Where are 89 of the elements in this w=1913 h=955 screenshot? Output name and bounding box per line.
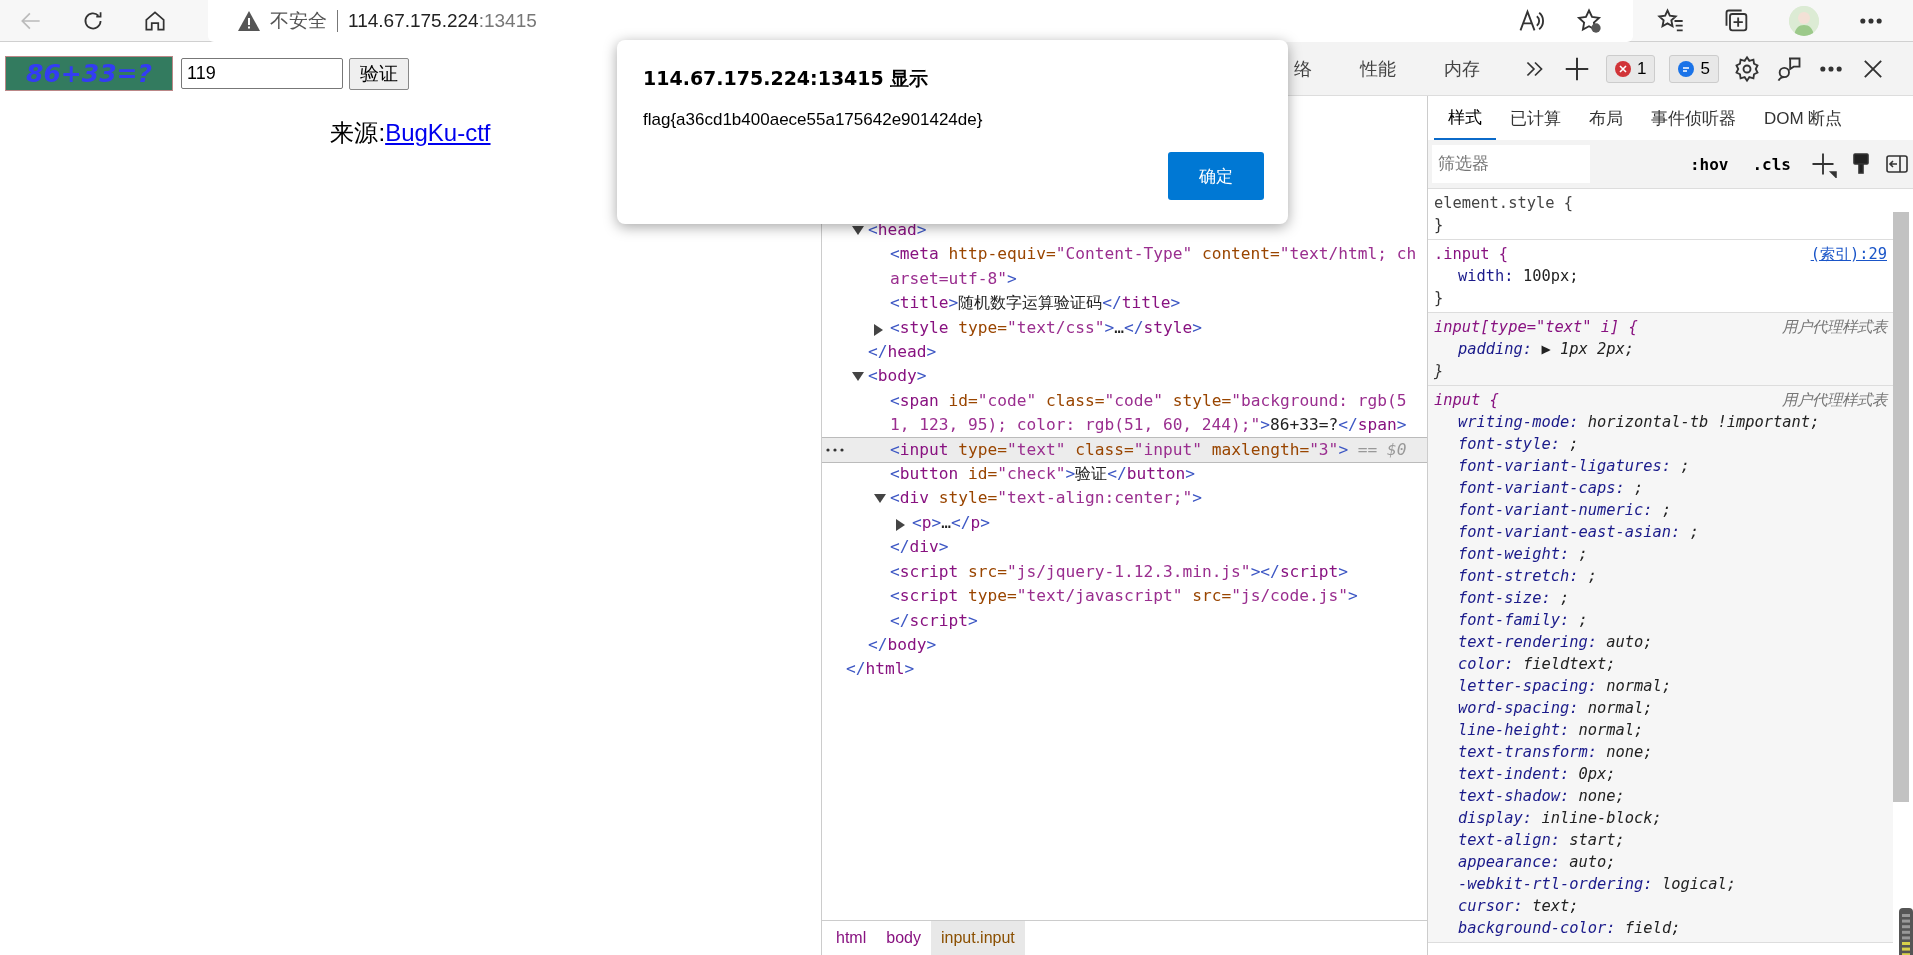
- styles-tab[interactable]: 事件侦听器: [1637, 96, 1750, 140]
- css-selector: input[type="text" i] {: [1434, 317, 1638, 338]
- source-link[interactable]: (索引):29: [1810, 243, 1887, 265]
- expanded-arrow-icon[interactable]: [852, 372, 864, 382]
- source-label: 用户代理样式表: [1782, 390, 1887, 411]
- css-declaration[interactable]: color: fieldtext;: [1434, 653, 1887, 675]
- dom-node[interactable]: </head>: [868, 340, 941, 365]
- dom-node[interactable]: <span id="code" class="code" style="background: rgb(51, 123, 95); color: rgb(51, 60, 244);">86+33=?</span>: [890, 388, 1427, 438]
- css-declaration[interactable]: word-spacing: normal;: [1434, 697, 1887, 719]
- breadcrumb[interactable]: html: [826, 921, 877, 955]
- css-selector: element.style {: [1434, 193, 1573, 214]
- expanded-arrow-icon[interactable]: [852, 226, 864, 235]
- dialog-title: 114.67.175.224:13415 显示: [643, 66, 930, 91]
- warning-icon: [238, 10, 260, 31]
- css-declaration[interactable]: font-variant-east-asian: ;: [1434, 521, 1887, 543]
- css-declaration[interactable]: font-stretch: ;: [1434, 565, 1887, 587]
- breadcrumb[interactable]: body: [876, 921, 931, 955]
- filter-field[interactable]: 筛选器: [1432, 145, 1590, 183]
- dom-node[interactable]: </div>: [890, 535, 953, 560]
- dom-node[interactable]: </body>: [868, 632, 941, 658]
- css-declaration[interactable]: font-weight: ;: [1434, 543, 1887, 565]
- more-icon[interactable]: [826, 447, 844, 452]
- css-declaration[interactable]: text-align: start;: [1434, 829, 1887, 851]
- url-text: 114.67.175.224:13415: [348, 9, 537, 32]
- dom-node[interactable]: <meta http-equiv="Content-Type" content="text/html; charset=utf-8">: [890, 242, 1427, 292]
- dialog-message: flag{a36cd1b400aece55a175642e901424de}: [643, 110, 984, 130]
- dom-node[interactable]: <script type="text/javascript" src="js/code.js">: [890, 584, 1362, 609]
- css-declaration[interactable]: background-color: field;: [1434, 917, 1887, 939]
- dom-node[interactable]: <body>: [868, 364, 931, 389]
- verify-button[interactable]: 验证: [349, 57, 409, 90]
- css-declaration[interactable]: font-family: ;: [1434, 609, 1887, 631]
- captcha-code: 86+33=?: [5, 56, 173, 91]
- css-declaration[interactable]: font-variant-caps: ;: [1434, 477, 1887, 499]
- css-declaration[interactable]: appearance: auto;: [1434, 851, 1887, 873]
- dom-node[interactable]: <script src="js/jquery-1.12.3.min.js"></script>: [890, 559, 1353, 585]
- css-declaration[interactable]: font-variant-ligatures: ;: [1434, 455, 1887, 477]
- css-declaration[interactable]: text-indent: 0px;: [1434, 763, 1887, 785]
- css-declaration[interactable]: cursor: text;: [1434, 895, 1887, 917]
- styles-tab[interactable]: DOM 断点: [1750, 96, 1857, 140]
- sidebar-toggle-icon[interactable]: [1885, 152, 1909, 176]
- devtools-tab[interactable]: 络: [1270, 41, 1336, 96]
- message-icon: [1678, 60, 1695, 77]
- closing-brace: }: [1434, 215, 1445, 236]
- css-declaration[interactable]: text-transform: none;: [1434, 741, 1887, 763]
- breadcrumb[interactable]: input.input: [930, 921, 1025, 955]
- collapsed-arrow-icon[interactable]: [896, 518, 905, 531]
- css-selector: input {: [1434, 390, 1499, 411]
- devtools-tab[interactable]: 性能: [1336, 41, 1420, 96]
- css-declaration[interactable]: display: inline-block;: [1434, 807, 1887, 829]
- dom-node[interactable]: <title>随机数字运算验证码</title>: [890, 291, 1185, 316]
- closing-brace: }: [1434, 288, 1445, 309]
- dom-node[interactable]: </html>: [846, 657, 919, 682]
- answer-field[interactable]: 119: [181, 58, 343, 89]
- settings-icon[interactable]: [1732, 54, 1761, 83]
- styles-tab[interactable]: 已计算: [1496, 96, 1575, 140]
- scrollbar[interactable]: [1893, 212, 1909, 802]
- dom-node[interactable]: <div style="text-align:center;">: [890, 486, 1206, 511]
- security-label: 不安全: [270, 8, 327, 33]
- address-bar[interactable]: 不安全 114.67.175.224:13415: [208, 0, 1633, 42]
- css-declaration[interactable]: width: 100px;: [1434, 265, 1887, 287]
- dom-node[interactable]: <button id="check">验证</button>: [890, 462, 1199, 487]
- expanded-arrow-icon[interactable]: [874, 494, 886, 504]
- css-selector: .input {: [1434, 244, 1509, 265]
- message-count[interactable]: 5: [1669, 54, 1719, 83]
- dom-node[interactable]: <p>…</p>: [912, 510, 994, 536]
- cls-button[interactable]: .cls: [1746, 154, 1797, 174]
- star-plus-icon[interactable]: [1575, 6, 1603, 35]
- css-declaration[interactable]: text-rendering: auto;: [1434, 631, 1887, 653]
- closing-brace: }: [1434, 361, 1445, 382]
- css-declaration[interactable]: font-variant-numeric: ;: [1434, 499, 1887, 521]
- css-declaration[interactable]: padding: ▶ 1px 2px;: [1434, 338, 1887, 360]
- dom-node[interactable]: </script>: [890, 608, 982, 633]
- css-declaration[interactable]: text-shadow: none;: [1434, 785, 1887, 807]
- css-declaration[interactable]: font-size: ;: [1434, 587, 1887, 609]
- css-declaration[interactable]: letter-spacing: normal;: [1434, 675, 1887, 697]
- ok-button[interactable]: 确定: [1168, 152, 1264, 200]
- devtools-tab[interactable]: 内存: [1420, 41, 1504, 96]
- dom-node[interactable]: <style type="text/css">…</style>: [890, 315, 1206, 341]
- collapsed-arrow-icon[interactable]: [874, 323, 883, 336]
- source-label: 用户代理样式表: [1782, 317, 1887, 338]
- css-declaration[interactable]: font-style: ;: [1434, 433, 1887, 455]
- error-icon: [1615, 60, 1631, 77]
- css-declaration[interactable]: -webkit-rtl-ordering: logical;: [1434, 873, 1887, 895]
- styles-tab[interactable]: 布局: [1575, 96, 1637, 140]
- css-declaration[interactable]: writing-mode: horizontal-tb !important;: [1434, 411, 1887, 433]
- css-declaration[interactable]: line-height: normal;: [1434, 719, 1887, 741]
- error-count[interactable]: 1: [1606, 54, 1656, 83]
- hov-button[interactable]: :hov: [1683, 154, 1735, 174]
- source-link[interactable]: BugKu-ctf: [385, 119, 491, 146]
